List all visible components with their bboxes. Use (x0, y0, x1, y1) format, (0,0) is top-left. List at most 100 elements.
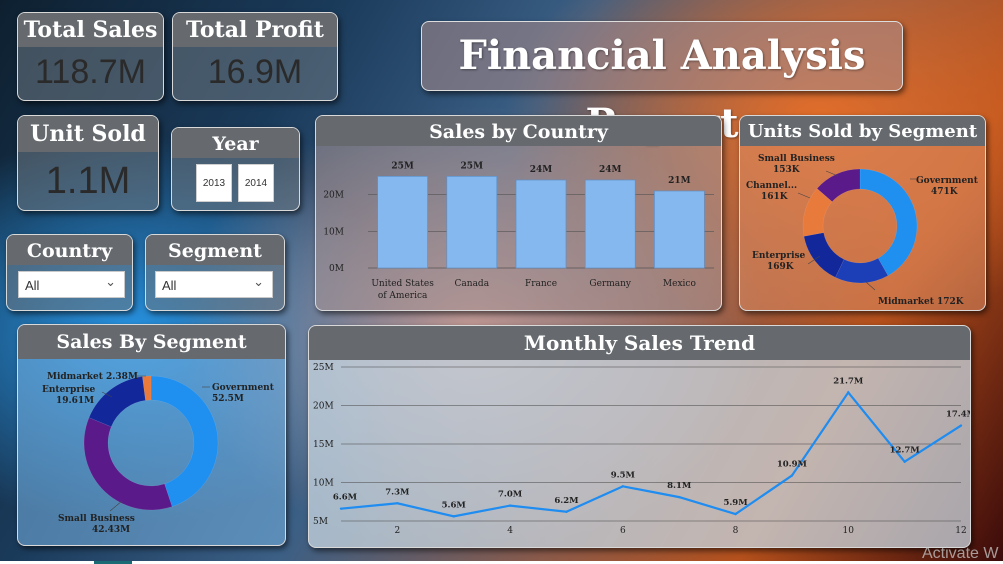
point-data-label: 21.7M (833, 376, 864, 386)
slice-label: 52.5M (212, 394, 244, 404)
report-title: Financial Analysis Report (421, 21, 903, 147)
data-point (677, 495, 681, 499)
slice-label: Enterprise (42, 385, 96, 395)
sales-by-country-card: Sales by Country 0M 10M 20M 25M United State… (315, 115, 722, 311)
data-point (734, 512, 737, 516)
slice-label: Channel... (746, 181, 797, 191)
monthly-sales-trend-chart: 5M 10M 15M 20M 25M 2 4 6 8 10 12 6.6M 7.3M 5.6M 7.0M 6.… (313, 363, 970, 536)
data-point (959, 424, 963, 427)
sales-by-segment-chart: Government52.5M Small Business42.43M Enter… (42, 372, 275, 535)
series-line (340, 390, 962, 518)
x-tick-label: 8 (733, 526, 739, 536)
donut-slice (83, 417, 173, 511)
kpi-value-total-profit: 16.9M (207, 53, 303, 91)
activation-watermark: Activate W (922, 545, 999, 562)
point-data-label: 8.1M (667, 481, 692, 491)
leader-line (865, 281, 876, 291)
data-point (396, 502, 399, 505)
country-dropdown-value: All (25, 278, 40, 293)
y-tick-label: 5M (313, 517, 328, 527)
y-tick-label: 20M (313, 402, 334, 412)
x-tick-label: of America (378, 291, 428, 301)
kpi-label-total-sales: Total Sales (18, 13, 163, 47)
slice-label: Small Business (58, 514, 135, 524)
x-tick-label: 6 (620, 526, 626, 536)
y-tick-label: 0M (329, 264, 344, 274)
y-tick-label: 10M (323, 227, 344, 237)
kpi-card-unit-sold: Unit Sold 1.1M (17, 115, 159, 211)
kpi-label-unit-sold: Unit Sold (18, 116, 158, 152)
chevron-down-icon: ⌄ (253, 274, 264, 289)
units-by-segment-title: Units Sold by Segment (740, 116, 985, 146)
y-tick-label: 10M (313, 479, 334, 489)
slice-label: 19.61M (56, 396, 94, 406)
x-tick-label: 12 (955, 526, 966, 536)
donut-slice (859, 168, 918, 276)
leader-line (797, 192, 811, 199)
donut-slice (803, 232, 845, 278)
y-tick-label: 20M (323, 191, 344, 201)
slice-label: Small Business (758, 154, 835, 164)
kpi-label-total-profit: Total Profit (173, 13, 337, 47)
leader-line (109, 500, 123, 512)
bar (584, 179, 636, 269)
units-by-segment-card: Units Sold by Segment Government 471K Midm… (739, 115, 986, 311)
bar-data-label: 25M (461, 161, 484, 171)
units-by-segment-chart: Government471KMidmarket 172KEnterprise16… (746, 154, 979, 307)
point-data-label: 10.9M (777, 460, 808, 470)
chevron-down-icon: ⌄ (105, 274, 116, 289)
slice-label: 153K (773, 165, 801, 175)
point-data-label: 6.2M (554, 496, 579, 506)
monthly-sales-trend-title: Monthly Sales Trend (309, 326, 970, 360)
bar-data-label: 25M (391, 161, 414, 171)
x-tick-label: Canada (455, 279, 490, 289)
country-slicer: Country All ⌄ (6, 234, 133, 311)
bar-data-label: 21M (668, 176, 691, 186)
year-slicer: Year 2013 2014 (171, 127, 300, 211)
year-option-2013[interactable]: 2013 (196, 164, 232, 202)
year-slicer-label: Year (172, 128, 299, 158)
country-slicer-label: Country (7, 235, 132, 265)
point-data-label: 7.3M (385, 487, 410, 497)
segment-slicer-label: Segment (146, 235, 284, 265)
x-tick-label: 4 (507, 526, 513, 536)
point-data-label: 9.5M (611, 470, 636, 480)
sales-by-country-chart: 0M 10M 20M 25M United States of America 25M Can… (323, 161, 714, 301)
data-point (847, 391, 850, 394)
x-tick-label: Mexico (663, 279, 696, 289)
monthly-sales-trend-card: Monthly Sales Trend 5M 10M 15M 20M 25M 2 4 6 8 10… (308, 325, 971, 548)
point-data-label: 6.6M (333, 493, 358, 503)
year-option-2014[interactable]: 2014 (238, 164, 274, 202)
data-point (452, 515, 455, 518)
slice-label: Enterprise (752, 251, 806, 261)
sales-by-country-title: Sales by Country (316, 116, 721, 146)
segment-dropdown-value: All (162, 278, 177, 293)
slice-label: Government (212, 383, 275, 393)
data-point (508, 504, 512, 507)
point-data-label: 12.7M (890, 446, 921, 456)
bar-data-label: 24M (530, 165, 553, 175)
point-data-label: 17.4M (946, 410, 970, 420)
leader-line (825, 170, 839, 177)
country-dropdown[interactable]: All ⌄ (18, 271, 125, 298)
x-tick-label: France (525, 279, 557, 289)
slice-label: 471K (931, 187, 959, 197)
point-data-label: 5.9M (723, 498, 748, 508)
donut-slice (835, 257, 889, 284)
x-tick-label: 10 (843, 526, 855, 536)
kpi-value-unit-sold: 1.1M (45, 160, 131, 202)
sales-by-segment-card: Sales By Segment Government 52.5M Small Bu… (17, 324, 286, 546)
data-point (339, 507, 343, 510)
bar (377, 175, 428, 269)
bar (654, 190, 705, 269)
x-tick-label: 2 (394, 526, 400, 536)
slice-label: Government (916, 176, 979, 186)
bar (446, 175, 498, 269)
slice-label: Midmarket 172K (878, 297, 965, 307)
sales-by-segment-title: Sales By Segment (18, 325, 285, 359)
bar-data-label: 24M (599, 165, 622, 175)
data-point (565, 510, 568, 513)
segment-dropdown[interactable]: All ⌄ (155, 271, 273, 298)
bar (515, 179, 567, 269)
slice-label: Midmarket 2.38M (47, 372, 138, 382)
